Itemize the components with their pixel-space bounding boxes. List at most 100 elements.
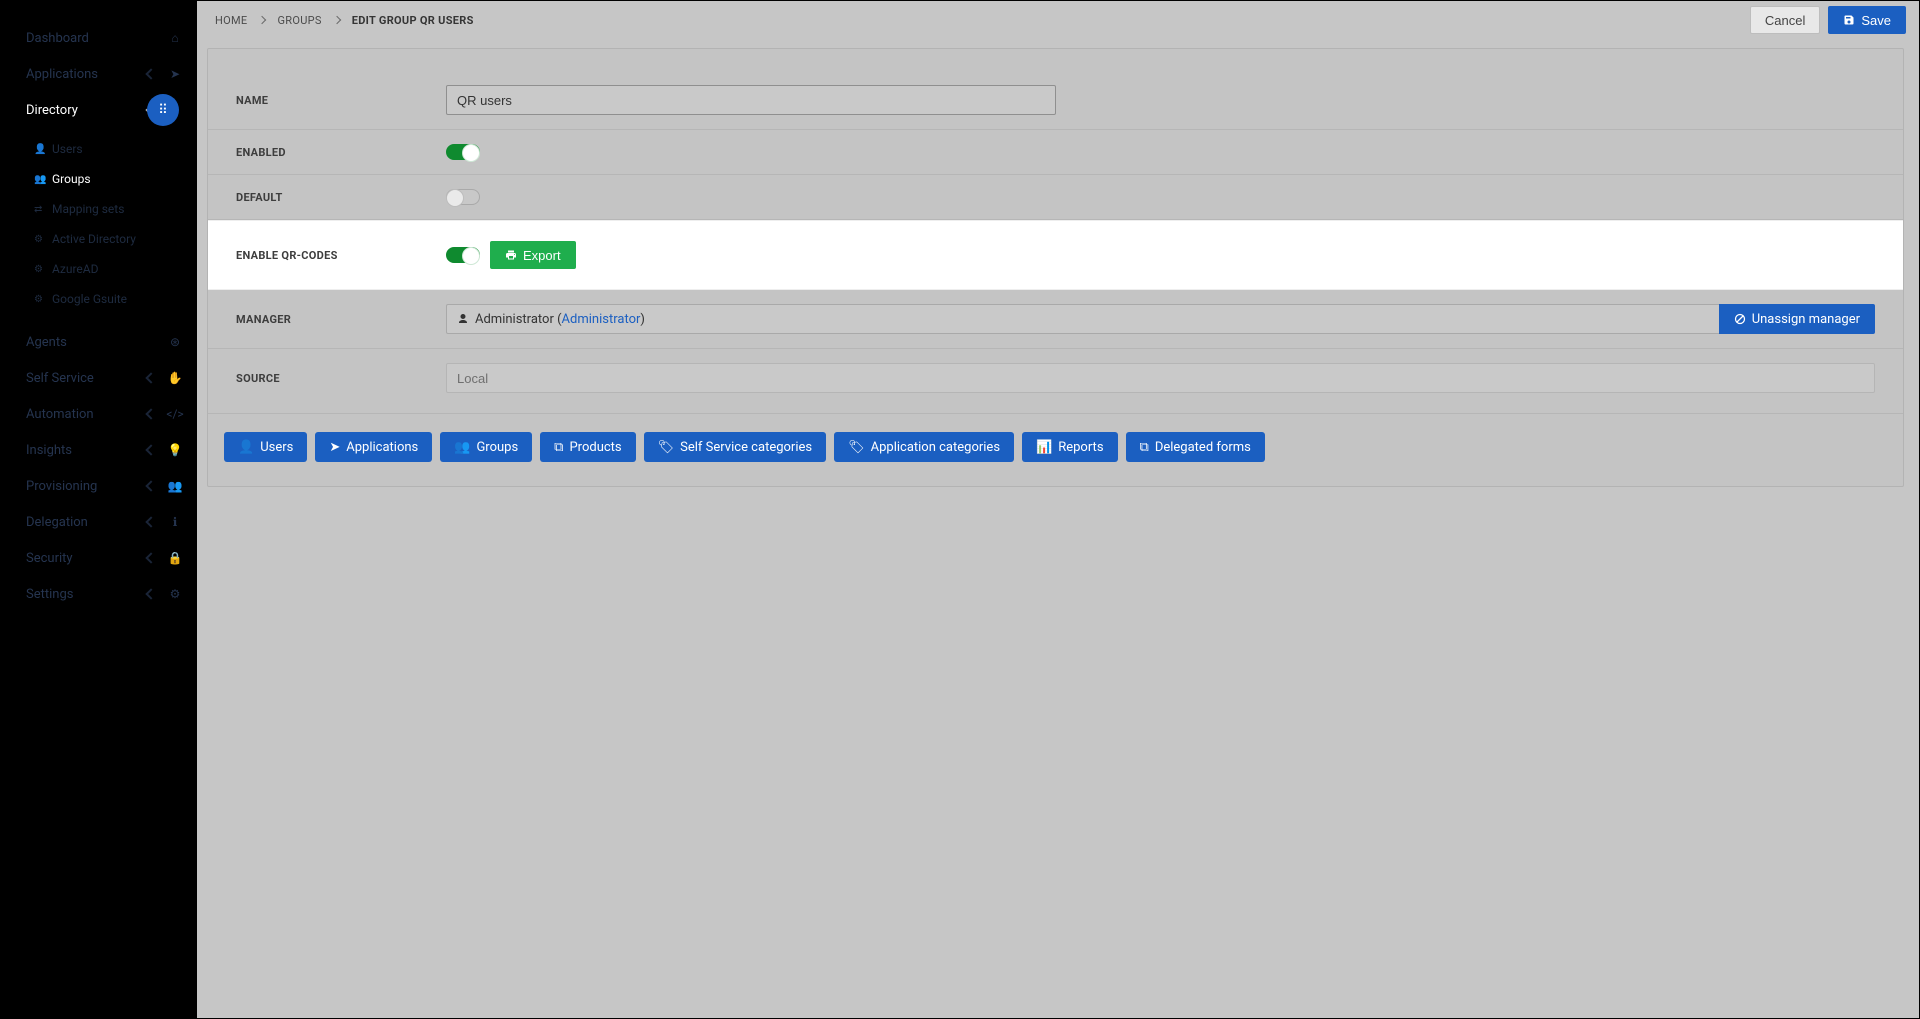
save-button[interactable]: Save bbox=[1828, 6, 1906, 34]
sidebar-item-self-service[interactable]: Self Service✋ bbox=[0, 360, 197, 396]
label-manager: Manager bbox=[236, 313, 446, 326]
breadcrumb-item[interactable]: HOME bbox=[215, 14, 247, 27]
sidebar-subitem-label: Users bbox=[52, 142, 83, 156]
sidebar-item-security[interactable]: Security 🔒 bbox=[0, 540, 197, 576]
sidebar-subitem-groups[interactable]: 👥 Groups bbox=[0, 164, 197, 194]
users-icon: 👥 bbox=[34, 174, 46, 185]
lock-icon: 🔒 bbox=[167, 550, 183, 566]
user-icon: 👤 bbox=[34, 144, 46, 155]
gear-icon: ⚙ bbox=[34, 294, 46, 305]
sitemap-icon: ⠿ bbox=[147, 94, 179, 126]
label-enabled: Enabled bbox=[236, 146, 446, 159]
tab-reports[interactable]: 📊 Reports bbox=[1022, 432, 1118, 462]
row-enabled: Enabled bbox=[208, 130, 1903, 175]
default-toggle[interactable] bbox=[446, 189, 480, 205]
row-enable-qr: Enable QR-codes Export bbox=[208, 220, 1903, 290]
row-manager: Manager Administrator ( Administrator ) … bbox=[208, 290, 1903, 349]
tab-users[interactable]: 👤Users bbox=[224, 432, 307, 462]
sidebar-item-label: Directory bbox=[26, 103, 147, 118]
tab-label: Self Service categories bbox=[680, 440, 812, 455]
copy-icon: ⧉ bbox=[1140, 440, 1149, 455]
exchange-icon: ⇄ bbox=[34, 204, 46, 215]
unassign-manager-button[interactable]: Unassign manager bbox=[1719, 304, 1875, 334]
sidebar-item-provisioning[interactable]: Provisioning 👥 bbox=[0, 468, 197, 504]
sidebar-subitem-label: Groups bbox=[52, 172, 91, 186]
sidebar-item-label: Provisioning bbox=[26, 479, 147, 494]
bulb-icon: 💡 bbox=[167, 442, 183, 458]
sidebar-subitem-active-directory[interactable]: ⚙Active Directory bbox=[0, 224, 197, 254]
sidebar-item-label: Agents bbox=[26, 335, 167, 350]
sidebar-item-settings[interactable]: Settings ⚙ bbox=[0, 576, 197, 612]
tab-groups[interactable]: 👥Groups bbox=[440, 432, 532, 462]
sidebar-subitem-google-gsuite[interactable]: ⚙ Google Gsuite bbox=[0, 284, 197, 314]
cubes-icon: ⧉ bbox=[554, 440, 563, 455]
breadcrumb: HOME GROUPS EDIT GROUP QR USERS bbox=[215, 14, 474, 27]
label-enable-qr: Enable QR-codes bbox=[236, 249, 446, 262]
tags-icon: 🏷 bbox=[848, 440, 865, 455]
ban-icon bbox=[1734, 313, 1746, 325]
tags-icon: 🏷 bbox=[658, 440, 675, 455]
manager-name: Administrator bbox=[475, 312, 554, 327]
export-button-label: Export bbox=[523, 248, 561, 263]
manager-link[interactable]: Administrator bbox=[562, 312, 641, 327]
save-button-label: Save bbox=[1861, 13, 1891, 28]
tab-label: Application categories bbox=[871, 440, 1000, 455]
users-icon: 👥 bbox=[167, 478, 183, 494]
row-default: Default bbox=[208, 175, 1903, 220]
sidebar-subitem-azuread[interactable]: ⚙ AzureAD bbox=[0, 254, 197, 284]
manager-display: Administrator ( Administrator ) bbox=[446, 304, 1719, 334]
label-default: Default bbox=[236, 191, 446, 204]
sidebar-item-label: Security bbox=[26, 551, 147, 566]
print-icon bbox=[505, 249, 517, 261]
tab-label: Reports bbox=[1058, 440, 1103, 455]
sidebar-item-insights[interactable]: Insights 💡 bbox=[0, 432, 197, 468]
detail-tabs: 👤Users ➤Applications 👥Groups ⧉ Products 🏷 Self… bbox=[208, 413, 1903, 462]
chevron-down-icon bbox=[145, 552, 156, 563]
sidebar-item-label: Insights bbox=[26, 443, 147, 458]
sidebar-subitem-label: AzureAD bbox=[52, 262, 99, 276]
sidebar-item-label: Delegation bbox=[26, 515, 147, 530]
code-icon: </> bbox=[167, 406, 183, 422]
main-area: HOME GROUPS EDIT GROUP QR USERS Cancel S… bbox=[197, 0, 1920, 1019]
chevron-down-icon bbox=[145, 444, 156, 455]
hand-icon: ✋ bbox=[167, 370, 183, 386]
cancel-button[interactable]: Cancel bbox=[1750, 6, 1820, 34]
label-name: Name bbox=[236, 94, 446, 107]
enabled-toggle[interactable] bbox=[446, 144, 480, 160]
breadcrumb-item[interactable]: GROUPS bbox=[277, 14, 321, 27]
name-input[interactable] bbox=[446, 85, 1056, 115]
sidebar: Dashboard⌂ Applications ➤ Directory⇶⠿ 👤 Users… bbox=[0, 0, 197, 1019]
row-name: Name bbox=[208, 71, 1903, 130]
user-icon: 👤 bbox=[238, 440, 254, 455]
tab-products[interactable]: ⧉ Products bbox=[540, 432, 635, 462]
sidebar-item-delegation[interactable]: Delegationℹ bbox=[0, 504, 197, 540]
sidebar-item-directory[interactable]: Directory⇶⠿ bbox=[0, 92, 197, 128]
gear-icon: ⚙ bbox=[34, 264, 46, 275]
sidebar-item-label: Settings bbox=[26, 587, 147, 602]
tab-label: Applications bbox=[346, 440, 418, 455]
tab-self-service-categories[interactable]: 🏷 Self Service categories bbox=[644, 432, 826, 462]
sidebar-subitem-label: Google Gsuite bbox=[52, 292, 127, 306]
sidebar-item-label: Applications bbox=[26, 67, 147, 82]
row-source: Source bbox=[208, 349, 1903, 407]
sidebar-subitem-label: Mapping sets bbox=[52, 202, 124, 216]
tab-label: Products bbox=[569, 440, 621, 455]
chevron-down-icon bbox=[145, 588, 156, 599]
breadcrumb-current: EDIT GROUP QR USERS bbox=[352, 14, 474, 27]
sidebar-item-automation[interactable]: Automation</> bbox=[0, 396, 197, 432]
tab-applications[interactable]: ➤Applications bbox=[315, 432, 432, 462]
send-icon: ➤ bbox=[167, 66, 183, 82]
sidebar-subitem-mapping-sets[interactable]: ⇄ Mapping sets bbox=[0, 194, 197, 224]
qr-toggle[interactable] bbox=[446, 247, 480, 263]
sidebar-item-dashboard[interactable]: Dashboard⌂ bbox=[0, 20, 197, 56]
sidebar-item-agents[interactable]: Agents⊛ bbox=[0, 324, 197, 360]
chart-icon: 📊 bbox=[1036, 440, 1052, 455]
sidebar-subitem-users[interactable]: 👤 Users bbox=[0, 134, 197, 164]
export-button[interactable]: Export bbox=[490, 241, 576, 269]
tab-application-categories[interactable]: 🏷 Application categories bbox=[834, 432, 1014, 462]
sidebar-item-applications[interactable]: Applications ➤ bbox=[0, 56, 197, 92]
chevron-down-icon bbox=[145, 480, 156, 491]
tab-label: Delegated forms bbox=[1155, 440, 1251, 455]
tab-delegated-forms[interactable]: ⧉ Delegated forms bbox=[1126, 432, 1265, 462]
gear-icon: ⚙ bbox=[167, 586, 183, 602]
